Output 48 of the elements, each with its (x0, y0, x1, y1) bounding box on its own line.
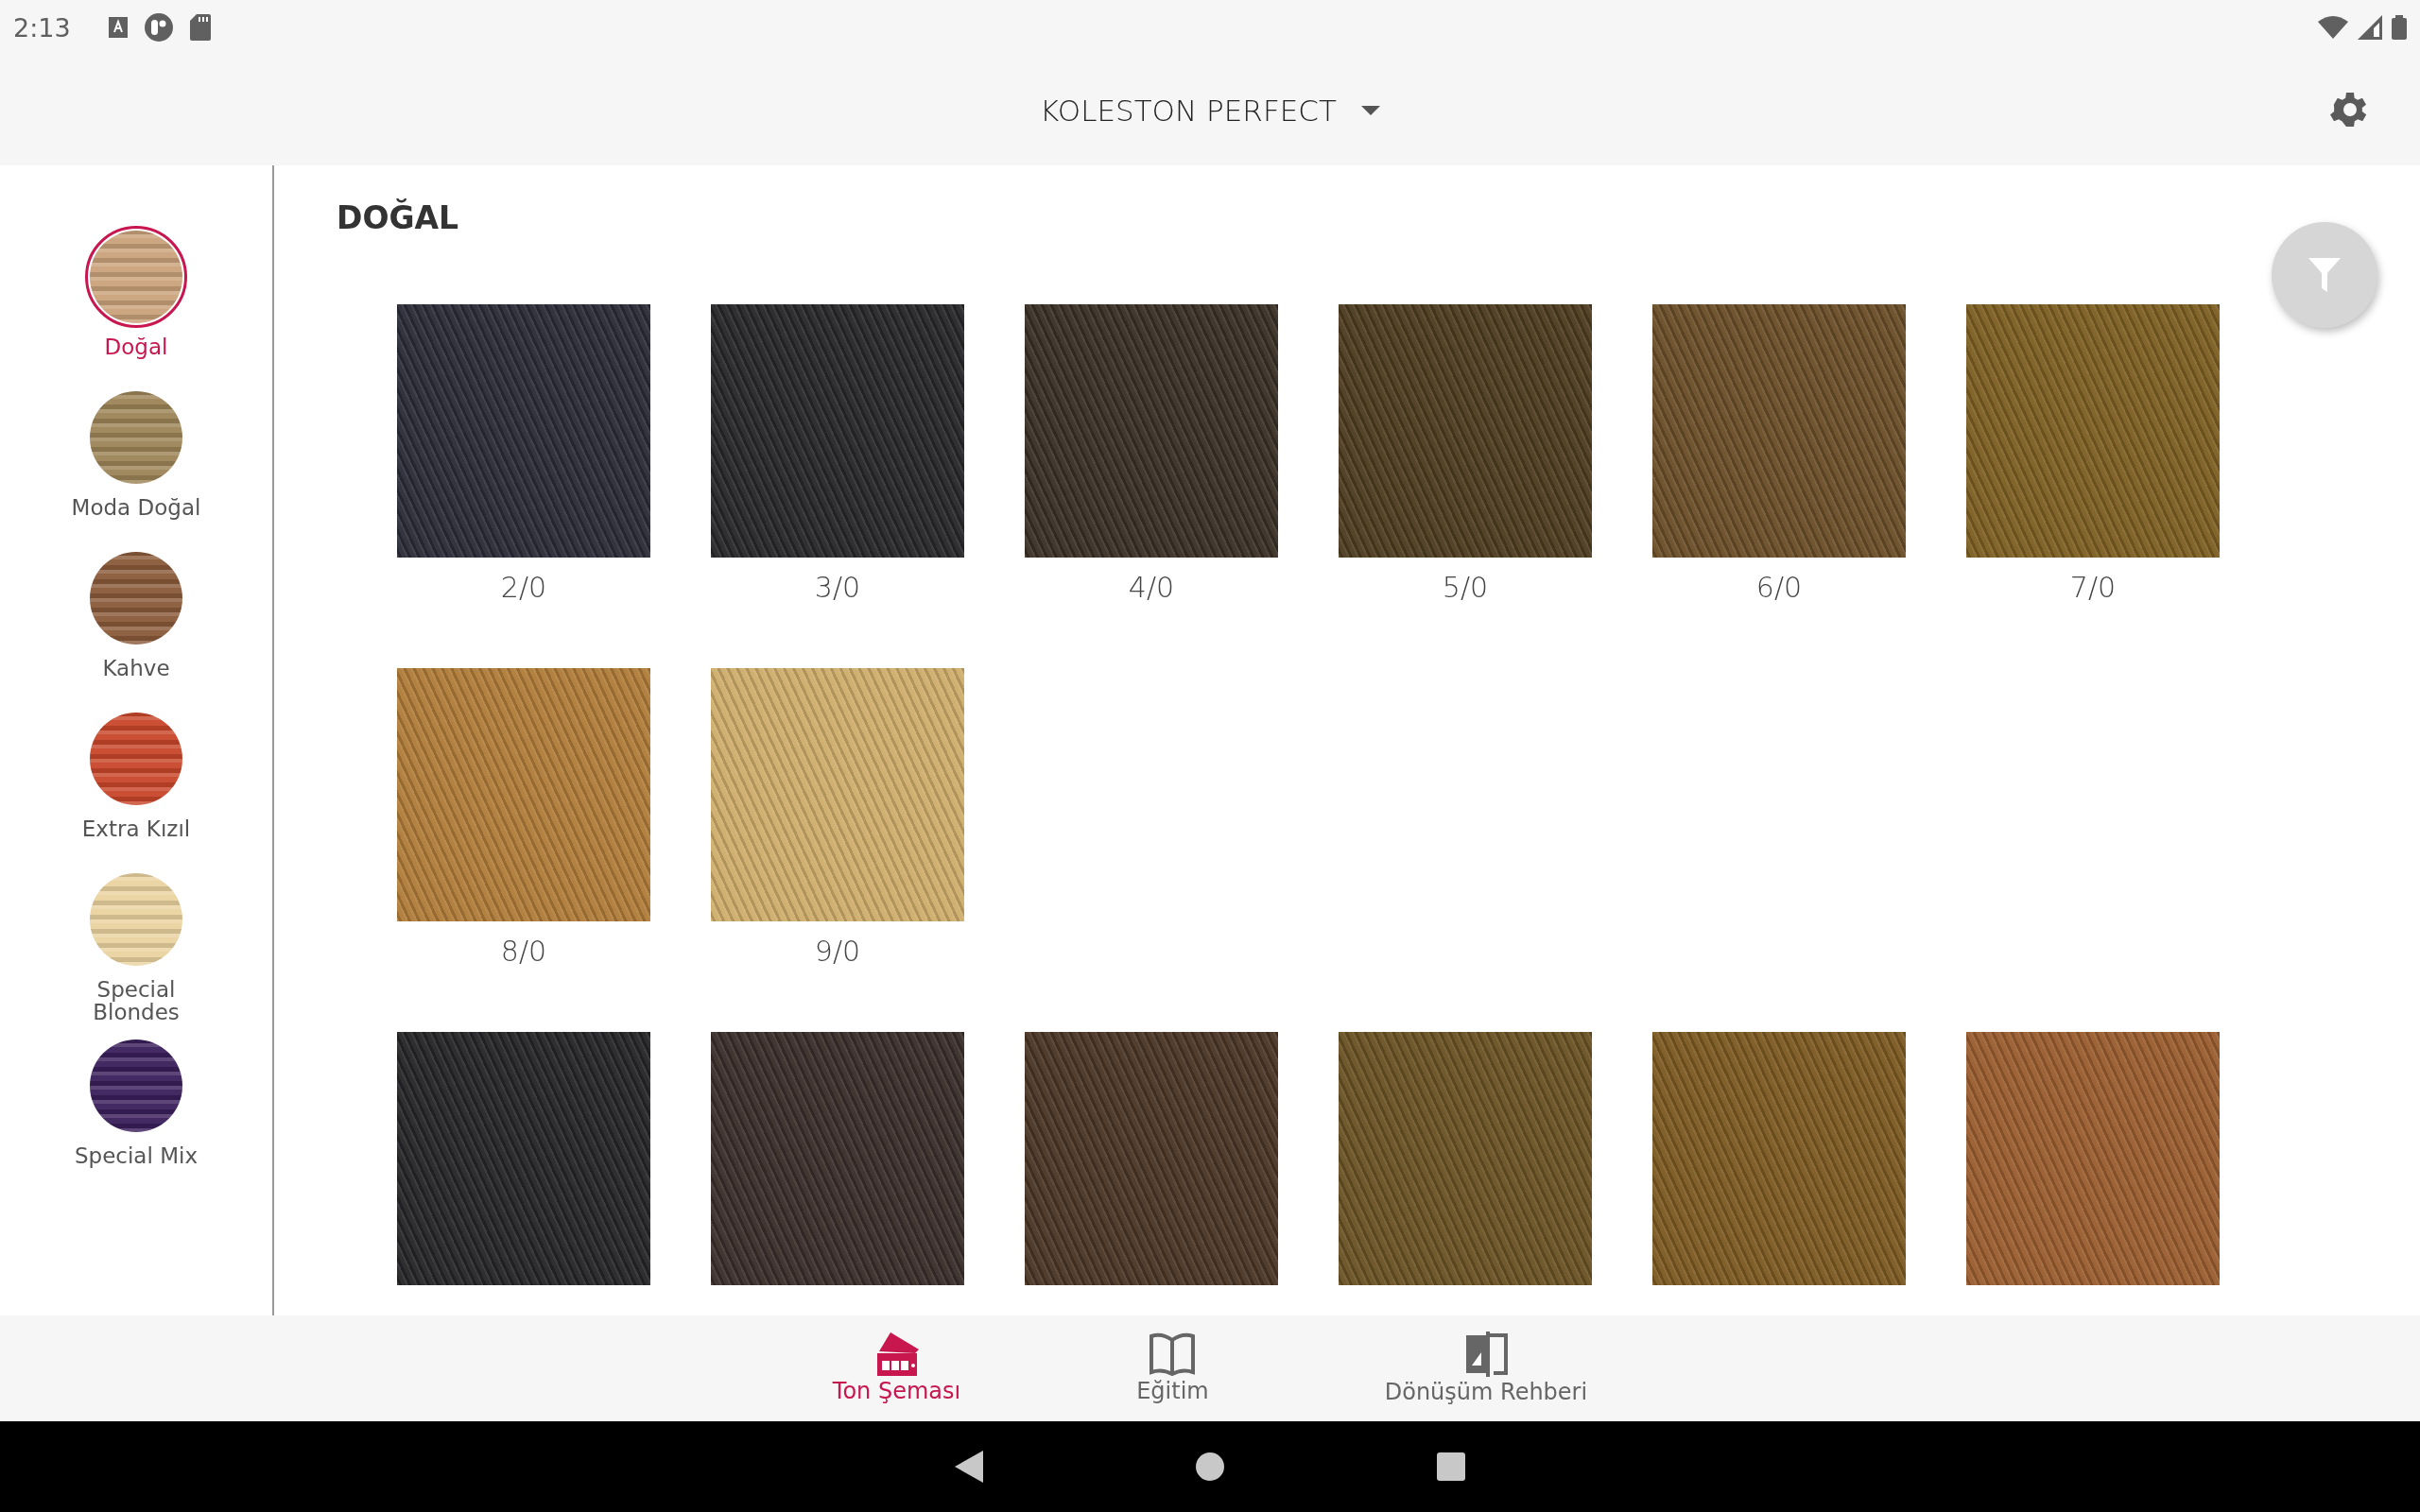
shade-code: 5/0 (1442, 571, 1489, 604)
shade-code: 7/0 (2069, 571, 2117, 604)
hair-color-swatch[interactable] (1966, 1032, 2220, 1285)
category-label[interactable]: Extra Kızıl (60, 817, 212, 840)
signal-icon (2358, 15, 2382, 40)
category-label[interactable]: Kahve (60, 657, 212, 679)
nav-tab[interactable]: Dönüşüm Rehberi (1376, 1328, 1596, 1409)
font-icon (108, 17, 128, 38)
caret-icon (1360, 105, 1380, 115)
hair-color-swatch[interactable] (711, 304, 964, 558)
nav-tab[interactable]: Ton Şeması (824, 1329, 969, 1408)
hair-color-swatch[interactable] (397, 668, 650, 921)
category-label[interactable]: Special Mix (60, 1144, 212, 1167)
hair-color-swatch[interactable] (397, 1032, 650, 1285)
section-title: DOĞAL (337, 199, 460, 236)
clock-time: 2:13 (13, 12, 71, 43)
hair-color-swatch[interactable] (1652, 1032, 1906, 1285)
shade-code: 2/0 (500, 571, 547, 604)
wifi-icon (2318, 16, 2348, 39)
category-label[interactable]: Doğal (60, 335, 212, 358)
hair-color-swatch[interactable] (397, 304, 650, 558)
filter-icon (2308, 258, 2341, 292)
recents-icon[interactable] (1437, 1452, 1465, 1481)
hair-color-swatch[interactable] (1025, 304, 1278, 558)
shade-code: 6/0 (1755, 571, 1803, 604)
hair-color-swatch[interactable] (1652, 304, 1906, 558)
hair-color-swatch[interactable] (711, 668, 964, 921)
category-label[interactable]: Special Blondes (60, 978, 212, 1023)
circle-app-icon (144, 13, 173, 42)
filter-button[interactable] (2272, 222, 2377, 328)
category-thumbnail[interactable] (85, 226, 187, 328)
hair-color-swatch[interactable] (1025, 1032, 1278, 1285)
back-icon[interactable] (955, 1451, 983, 1483)
sd-card-icon (189, 14, 211, 41)
shade-code: 8/0 (500, 935, 547, 968)
nav-tab[interactable]: Eğitim (1129, 1329, 1217, 1408)
hair-color-swatch[interactable] (1339, 1032, 1592, 1285)
brand-dropdown[interactable]: KOLESTON PERFECT (1040, 93, 1380, 128)
shade-code: 3/0 (814, 571, 861, 604)
hair-color-swatch[interactable] (711, 1032, 964, 1285)
battery-icon (2392, 15, 2407, 40)
shade-code: 4/0 (1128, 571, 1175, 604)
hair-color-swatch[interactable] (1966, 304, 2220, 558)
book-icon (1149, 1332, 1197, 1376)
hair-color-swatch[interactable] (1339, 304, 1592, 558)
home-icon[interactable] (1196, 1452, 1224, 1481)
category-label[interactable]: Moda Doğal (60, 496, 212, 519)
shade-code: 9/0 (814, 935, 861, 968)
